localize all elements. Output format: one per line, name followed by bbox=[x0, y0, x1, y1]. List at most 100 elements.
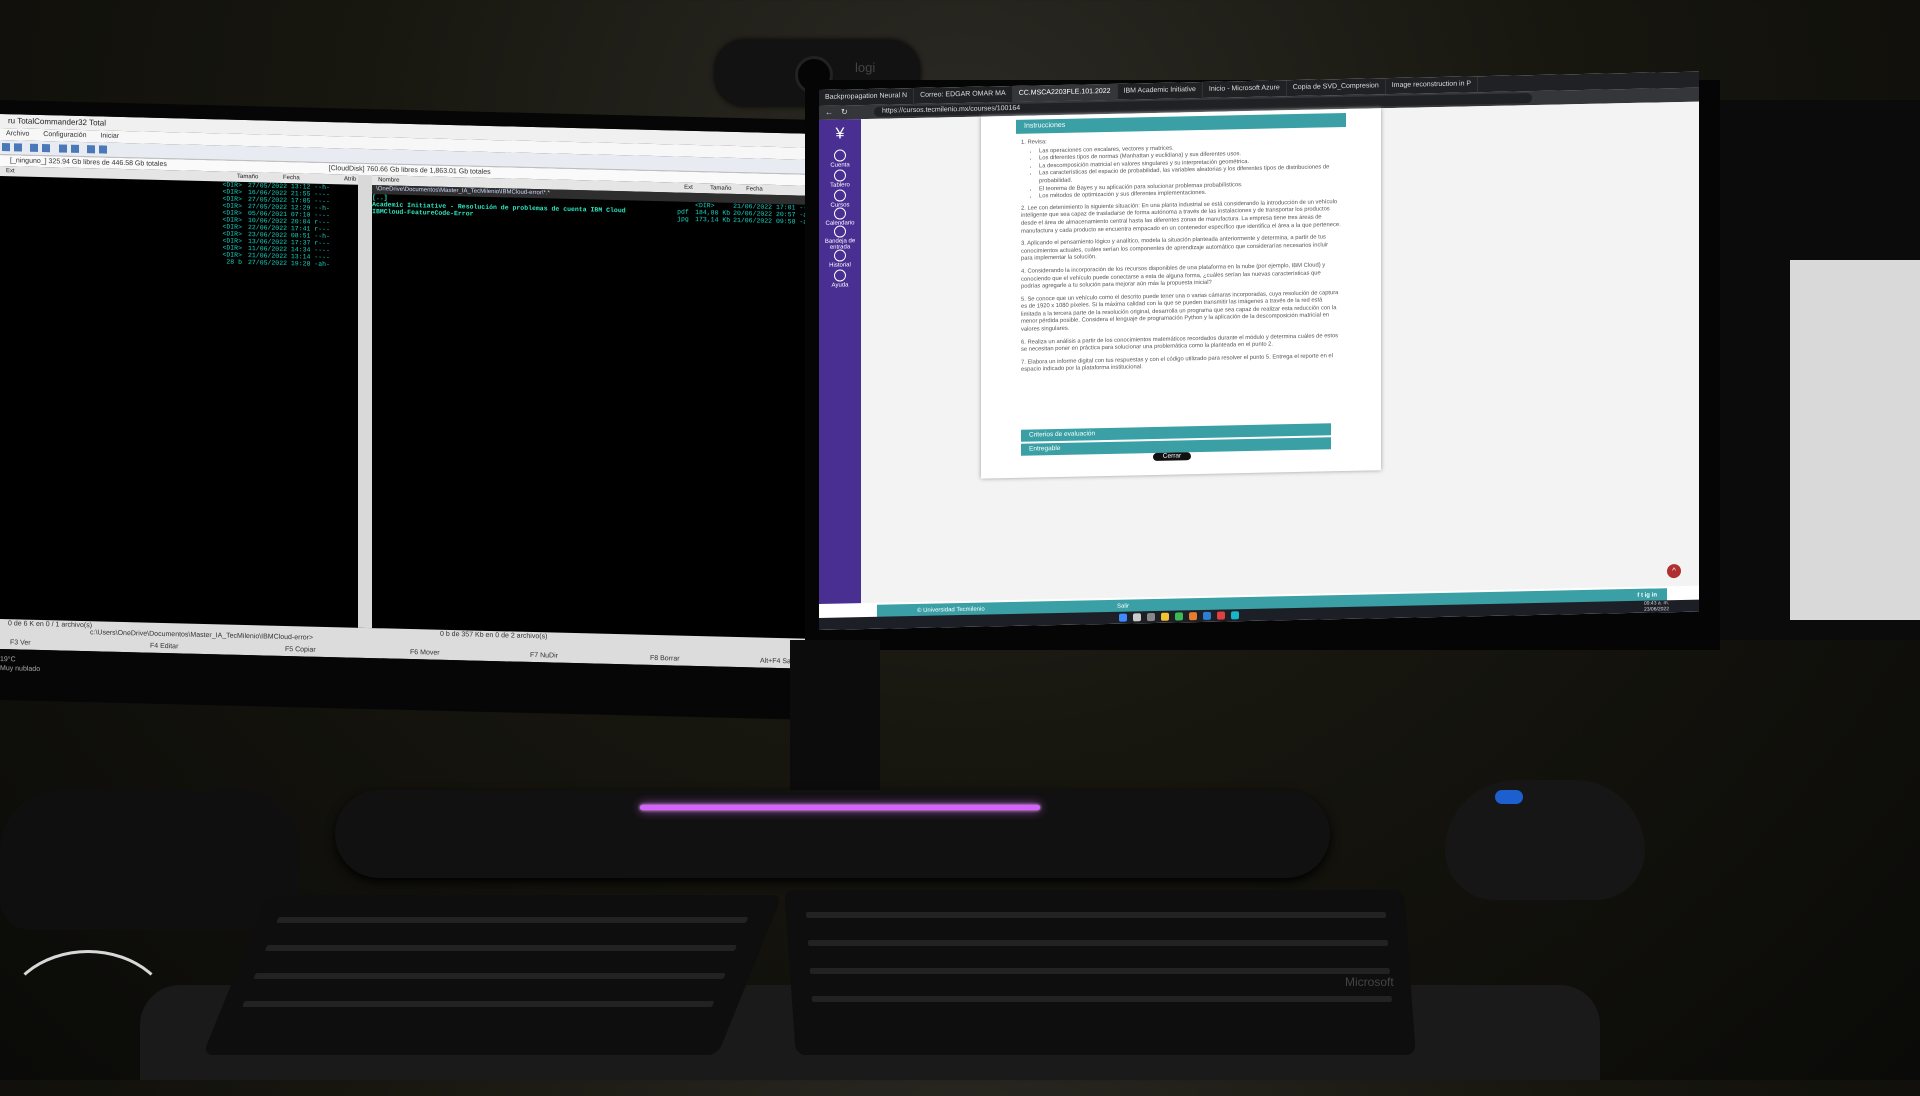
browser-tab[interactable]: Inicio - Microsoft Azure bbox=[1203, 80, 1287, 98]
keyboard-right-half bbox=[784, 890, 1416, 1055]
file-explorer-icon[interactable] bbox=[1161, 613, 1169, 621]
row-size: 173,14 Kb bbox=[695, 216, 733, 224]
fn-key-edit[interactable]: F4 Editar bbox=[150, 643, 178, 651]
left-monitor: ru TotalCommander32 Total Archivo Config… bbox=[0, 100, 835, 720]
sidebar-item-label: Cuenta bbox=[830, 162, 849, 168]
sidebar-item[interactable]: Tablero bbox=[819, 169, 861, 189]
tc-right-panel[interactable]: Nombre Ext Tamaño Fecha \OneDrive\Docume… bbox=[372, 175, 815, 639]
fn-key-view[interactable]: F3 Ver bbox=[10, 639, 31, 647]
forward-icon[interactable] bbox=[14, 143, 22, 151]
unpack-icon[interactable] bbox=[59, 144, 67, 152]
sidebar-item[interactable]: Historial bbox=[819, 249, 861, 269]
tc-panels: Ext Tamaño Fecha Atrib <DIR>27/05/2022 1… bbox=[0, 166, 815, 639]
status-right: 0 b de 357 Kb en 0 de 2 archivo(s) bbox=[440, 631, 547, 641]
right-monitor: Backpropagation Neural NCorreo: EDGAR OM… bbox=[805, 80, 1720, 650]
weather-widget[interactable]: 19°C Muy nublado bbox=[0, 655, 40, 674]
keyboard-left-half bbox=[203, 895, 783, 1055]
keyboard-brand: Microsoft bbox=[1345, 975, 1394, 989]
right-screen: Backpropagation Neural NCorreo: EDGAR OM… bbox=[819, 72, 1699, 630]
step-4: 4. Considerando la incorporación de los … bbox=[1021, 262, 1341, 291]
back-icon[interactable] bbox=[2, 143, 10, 151]
step-5: 5. Se conoce que un vehículo como el des… bbox=[1021, 290, 1341, 335]
sidebar-item[interactable]: Cuenta bbox=[819, 149, 861, 169]
twitter-icon[interactable]: t bbox=[1641, 593, 1643, 599]
tc-menu-archivo[interactable]: Archivo bbox=[6, 130, 29, 138]
soundbar bbox=[335, 790, 1330, 878]
mouse-scroll-wheel bbox=[1495, 790, 1523, 804]
status-left: 0 de 6 K en 0 / 1 archivo(s) bbox=[8, 620, 92, 629]
fn-key-copy[interactable]: F5 Copiar bbox=[285, 646, 316, 654]
row-date: 21/06/2022 09:58 -a-- bbox=[733, 217, 815, 226]
sidebar-item-label: Historial bbox=[829, 262, 851, 268]
sidebar-icon bbox=[834, 169, 846, 181]
weather-text: Muy nublado bbox=[0, 664, 40, 674]
game-controller bbox=[0, 790, 300, 930]
edge-icon[interactable] bbox=[1203, 612, 1211, 620]
search-icon[interactable] bbox=[71, 145, 79, 153]
tc-panel-divider bbox=[358, 175, 372, 628]
fn-key-delete[interactable]: F8 Borrar bbox=[650, 655, 680, 663]
start-icon[interactable] bbox=[1119, 614, 1127, 622]
tc-left-panel[interactable]: Ext Tamaño Fecha Atrib <DIR>27/05/2022 1… bbox=[0, 166, 358, 628]
search-icon[interactable] bbox=[1133, 613, 1141, 621]
sidebar-icon bbox=[834, 225, 846, 237]
col-size[interactable]: Tamaño bbox=[704, 183, 740, 194]
sidebar-icon bbox=[834, 207, 846, 219]
scroll-top-icon[interactable]: ^ bbox=[1667, 564, 1681, 578]
soundbar-light bbox=[640, 805, 1040, 810]
instructions-header[interactable]: Instrucciones bbox=[1016, 113, 1346, 134]
refresh-icon[interactable] bbox=[30, 144, 38, 152]
fn-key-newdir[interactable]: F7 NuDir bbox=[530, 652, 558, 660]
step-3: 3. Aplicando el pensamiento lógico y ana… bbox=[1021, 234, 1341, 263]
usb-cable bbox=[0, 950, 176, 1096]
browser-tab[interactable]: Image reconstruction in P bbox=[1386, 76, 1478, 94]
far-right-screen bbox=[1790, 260, 1920, 620]
sidebar-item[interactable]: Bandeja de entrada bbox=[819, 225, 861, 251]
pack-icon[interactable] bbox=[42, 144, 50, 152]
sidebar-item-label: Tablero bbox=[830, 182, 850, 188]
close-button[interactable]: Cerrar bbox=[1153, 452, 1191, 461]
row-size: 28 b bbox=[190, 258, 242, 266]
tecmilenio-logo[interactable]: ¥ bbox=[827, 125, 853, 148]
reload-icon[interactable]: ↻ bbox=[841, 107, 848, 116]
taskbar-clock[interactable]: 09:43 a. m. 23/06/2022 bbox=[1644, 600, 1669, 613]
instructions-card: Instrucciones 1. Revisa: Las operaciones… bbox=[981, 108, 1381, 478]
step-1-list: Las operaciones con escalares, vectores … bbox=[1039, 142, 1341, 201]
facebook-icon[interactable]: f bbox=[1637, 593, 1639, 599]
sync-icon[interactable] bbox=[99, 145, 107, 153]
command-path: c:\Users\OneDrive\Documentos\Master_IA_T… bbox=[90, 629, 313, 641]
fn-key-move[interactable]: F6 Mover bbox=[410, 649, 440, 657]
teams-icon[interactable] bbox=[1231, 611, 1239, 619]
sidebar-item-label: Ayuda bbox=[832, 282, 849, 288]
browser-tab[interactable]: IBM Academic Initiative bbox=[1118, 82, 1203, 100]
linkedin-icon[interactable]: in bbox=[1652, 592, 1657, 598]
sidebar-item[interactable]: Cursos bbox=[819, 189, 861, 209]
firefox-icon[interactable] bbox=[1189, 612, 1197, 620]
sidebar-item[interactable]: Ayuda bbox=[819, 269, 861, 289]
rename-icon[interactable] bbox=[87, 145, 95, 153]
back-arrow-icon[interactable]: ← bbox=[825, 108, 833, 117]
step-2: 2. Lee con detenimiento la siguiente sit… bbox=[1021, 199, 1341, 236]
col-ext[interactable]: Ext bbox=[678, 183, 704, 194]
webcam-brand: logi bbox=[855, 60, 875, 75]
row-date: 27/05/2022 19:28 -ah- bbox=[242, 259, 358, 269]
tc-menu-iniciar[interactable]: Iniciar bbox=[100, 132, 119, 139]
col-date[interactable]: Fecha bbox=[740, 184, 763, 195]
sidebar-icon bbox=[834, 149, 846, 161]
instructions-body: 1. Revisa: Las operaciones con escalares… bbox=[1021, 133, 1341, 380]
monitor-stand bbox=[790, 640, 880, 800]
task-view-icon[interactable] bbox=[1147, 613, 1155, 621]
sidebar-icon bbox=[834, 269, 846, 281]
sidebar-icon bbox=[834, 249, 846, 261]
lms-page: Instrucciones 1. Revisa: Las operaciones… bbox=[861, 102, 1699, 604]
row-ext: jpg bbox=[677, 216, 695, 223]
step-7: 7. Elabora un informe digital con tus re… bbox=[1021, 353, 1341, 375]
tc-menu-configuracion[interactable]: Configuración bbox=[43, 131, 86, 139]
col-attr[interactable]: Atrib bbox=[338, 174, 356, 184]
app-icon[interactable] bbox=[1217, 611, 1225, 619]
mouse bbox=[1445, 780, 1645, 900]
lms-sidebar: ¥ Cuenta TableroCursosCalendarioBandeja d… bbox=[819, 119, 861, 604]
sidebar-item[interactable]: Calendario bbox=[819, 207, 861, 227]
chrome-icon[interactable] bbox=[1175, 612, 1183, 620]
instagram-icon[interactable]: ig bbox=[1645, 593, 1650, 599]
